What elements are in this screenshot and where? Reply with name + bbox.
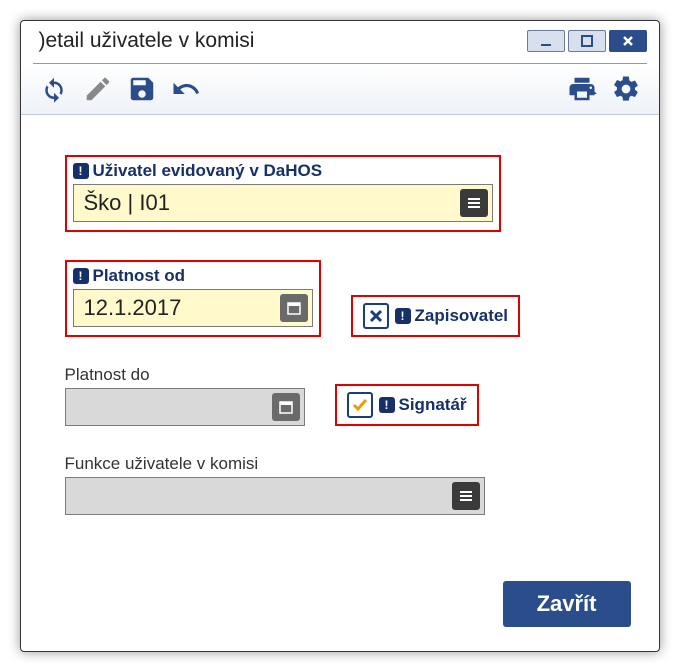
signatory-label: ! Signatář bbox=[379, 395, 467, 415]
settings-icon[interactable] bbox=[611, 74, 641, 104]
required-badge-icon: ! bbox=[73, 163, 89, 179]
print-icon[interactable] bbox=[567, 74, 597, 104]
valid-from-label: ! Platnost od bbox=[73, 266, 313, 286]
valid-to-group: Platnost do bbox=[65, 365, 305, 426]
function-field bbox=[65, 477, 485, 515]
close-icon bbox=[620, 33, 636, 49]
recorder-label: ! Zapisovatel bbox=[395, 306, 509, 326]
check-icon bbox=[351, 396, 369, 414]
signatory-checkbox-wrap: ! Signatář bbox=[347, 392, 467, 418]
valid-from-row: ! Platnost od bbox=[65, 260, 615, 337]
valid-to-label-text: Platnost do bbox=[65, 365, 150, 385]
calendar-icon bbox=[278, 399, 294, 415]
valid-to-input[interactable] bbox=[65, 388, 305, 426]
valid-from-input[interactable] bbox=[73, 289, 313, 327]
signatory-checkbox[interactable] bbox=[347, 392, 373, 418]
function-lookup-button[interactable] bbox=[452, 482, 480, 510]
required-badge-icon: ! bbox=[395, 308, 411, 324]
valid-from-calendar-button[interactable] bbox=[280, 294, 308, 322]
x-icon bbox=[367, 307, 385, 325]
valid-from-field bbox=[73, 289, 313, 327]
toolbar bbox=[21, 64, 659, 115]
footer: Zavřít bbox=[503, 581, 631, 627]
titlebar: )etail uživatele v komisi bbox=[21, 21, 659, 57]
minimize-icon bbox=[538, 33, 554, 49]
list-icon bbox=[466, 195, 482, 211]
required-badge-icon: ! bbox=[379, 397, 395, 413]
valid-to-field bbox=[65, 388, 305, 426]
minimize-button[interactable] bbox=[527, 30, 565, 52]
signatory-label-text: Signatář bbox=[399, 395, 467, 415]
list-icon bbox=[458, 488, 474, 504]
highlight-signatory: ! Signatář bbox=[335, 384, 479, 426]
calendar-icon bbox=[286, 300, 302, 316]
save-icon[interactable] bbox=[127, 74, 157, 104]
window-title: )etail uživatele v komisi bbox=[39, 29, 255, 53]
user-lookup-button[interactable] bbox=[460, 189, 488, 217]
function-label: Funkce uživatele v komisi bbox=[65, 454, 615, 474]
valid-from-label-text: Platnost od bbox=[93, 266, 186, 286]
highlight-user: ! Uživatel evidovaný v DaHOS bbox=[65, 155, 501, 232]
window-close-button[interactable] bbox=[609, 30, 647, 52]
user-label: ! Uživatel evidovaný v DaHOS bbox=[73, 161, 493, 181]
user-input[interactable] bbox=[73, 184, 493, 222]
function-label-text: Funkce uživatele v komisi bbox=[65, 454, 259, 474]
window-controls bbox=[527, 30, 647, 52]
valid-to-label: Platnost do bbox=[65, 365, 305, 385]
required-badge-icon: ! bbox=[73, 268, 89, 284]
recorder-checkbox-wrap: ! Zapisovatel bbox=[363, 303, 509, 329]
user-group: ! Uživatel evidovaný v DaHOS bbox=[65, 155, 615, 232]
edit-icon[interactable] bbox=[83, 74, 113, 104]
function-group: Funkce uživatele v komisi bbox=[65, 454, 615, 515]
maximize-icon bbox=[579, 33, 595, 49]
toolbar-left bbox=[39, 74, 201, 104]
highlight-valid-from: ! Platnost od bbox=[65, 260, 321, 337]
valid-to-row: Platnost do ! bbox=[65, 365, 615, 426]
refresh-icon[interactable] bbox=[39, 74, 69, 104]
undo-icon[interactable] bbox=[171, 74, 201, 104]
user-field bbox=[73, 184, 493, 222]
maximize-button[interactable] bbox=[568, 30, 606, 52]
function-input[interactable] bbox=[65, 477, 485, 515]
toolbar-right bbox=[567, 74, 641, 104]
recorder-checkbox[interactable] bbox=[363, 303, 389, 329]
close-button[interactable]: Zavřít bbox=[503, 581, 631, 627]
dialog-window: )etail uživatele v komisi bbox=[20, 20, 660, 652]
form-content: ! Uživatel evidovaný v DaHOS ! Platnost … bbox=[21, 115, 659, 515]
valid-to-calendar-button[interactable] bbox=[272, 393, 300, 421]
highlight-recorder: ! Zapisovatel bbox=[351, 295, 521, 337]
recorder-label-text: Zapisovatel bbox=[415, 306, 509, 326]
user-label-text: Uživatel evidovaný v DaHOS bbox=[93, 161, 323, 181]
